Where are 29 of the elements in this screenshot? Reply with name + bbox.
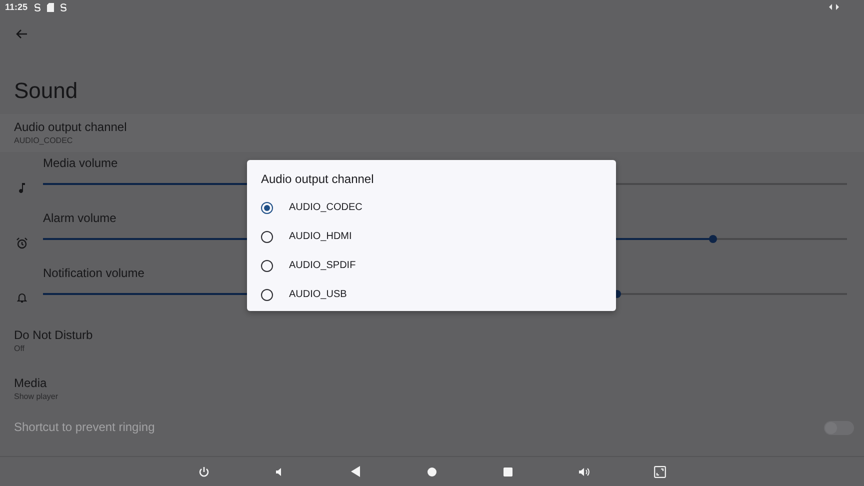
radio-option[interactable]: AUDIO_USB bbox=[261, 284, 347, 304]
data-arrows-icon bbox=[829, 4, 839, 10]
setting-title: Media bbox=[14, 376, 47, 391]
sd-card-icon bbox=[46, 2, 54, 12]
slider-label: Notification volume bbox=[43, 266, 144, 281]
screenshot-icon bbox=[654, 466, 666, 478]
setting-title: Shortcut to prevent ringing bbox=[14, 420, 155, 434]
home-circle-icon bbox=[427, 466, 437, 476]
notification-icon bbox=[34, 2, 41, 12]
radio-option[interactable]: AUDIO_SPDIF bbox=[261, 256, 356, 276]
page-title: Sound bbox=[14, 78, 78, 104]
slider-label: Alarm volume bbox=[43, 211, 116, 226]
bell-icon bbox=[16, 292, 26, 303]
setting-title: Do Not Disturb bbox=[14, 328, 93, 343]
dialog-title: Audio output channel bbox=[261, 172, 374, 187]
triangle-back-icon bbox=[351, 466, 361, 477]
radio-option[interactable]: AUDIO_HDMI bbox=[261, 226, 352, 246]
setting-title: Audio output channel bbox=[14, 120, 127, 135]
back-arrow-icon bbox=[16, 29, 28, 39]
alarm-clock-icon bbox=[16, 236, 28, 248]
square-icon bbox=[503, 466, 513, 476]
slider-label: Media volume bbox=[43, 156, 118, 171]
speaker-loud-icon bbox=[578, 466, 590, 476]
radio-option[interactable]: AUDIO_CODEC bbox=[261, 198, 362, 218]
status-time: 11:25 bbox=[5, 2, 28, 12]
music-note-icon bbox=[18, 182, 26, 193]
notification-icon bbox=[60, 2, 67, 12]
setting-summary: AUDIO_CODEC bbox=[14, 135, 73, 146]
power-icon bbox=[198, 466, 210, 478]
